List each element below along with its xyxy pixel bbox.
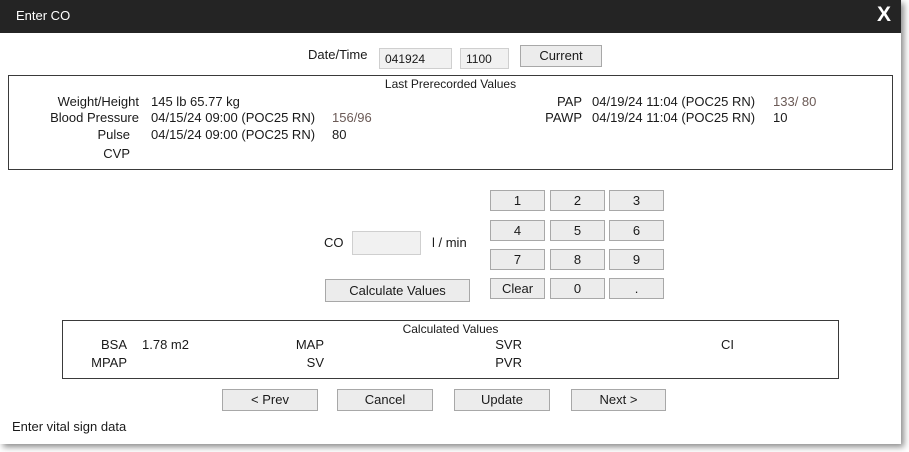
- bsa-value: 1.78 m2: [142, 337, 189, 352]
- close-icon[interactable]: X: [877, 3, 891, 27]
- pawp-time: 04/19/24 11:04 (POC25 RN): [592, 110, 756, 125]
- calculated-values-group: Calculated Values BSA 1.78 m2 MPAP MAP S…: [62, 320, 839, 379]
- dialog-title: Enter CO: [16, 8, 71, 23]
- co-label: CO: [324, 235, 344, 250]
- status-text: Enter vital sign data: [12, 419, 127, 434]
- ci-label: CI: [721, 337, 734, 352]
- blood-pressure-label: Blood Pressure: [50, 110, 139, 125]
- blood-pressure-time: 04/15/24 09:00 (POC25 RN): [151, 110, 316, 125]
- last-prerecorded-group: Last Prerecorded Values Weight/Height 14…: [8, 75, 893, 170]
- pap-label: PAP: [556, 94, 582, 109]
- pawp-label: PAWP: [545, 110, 582, 125]
- prev-button[interactable]: < Prev: [222, 389, 318, 411]
- current-button[interactable]: Current: [520, 45, 602, 67]
- keypad-key-4[interactable]: 4: [490, 220, 545, 241]
- keypad-key-3[interactable]: 3: [609, 190, 664, 211]
- cvp-label: CVP: [103, 146, 130, 161]
- blood-pressure-value: 156/96: [332, 110, 372, 125]
- keypad-key-decimal[interactable]: .: [609, 278, 664, 299]
- time-input[interactable]: [460, 48, 509, 69]
- keypad-key-2[interactable]: 2: [550, 190, 605, 211]
- co-input[interactable]: [352, 231, 421, 255]
- last-prerecorded-title: Last Prerecorded Values: [384, 77, 517, 91]
- calculated-values-title: Calculated Values: [402, 322, 499, 336]
- bsa-label: BSA: [100, 337, 127, 352]
- pulse-value: 80: [332, 127, 347, 142]
- pulse-label: Pulse: [97, 127, 130, 142]
- calculate-values-button[interactable]: Calculate Values: [325, 279, 470, 302]
- cancel-button[interactable]: Cancel: [337, 389, 433, 411]
- keypad-key-0[interactable]: 0: [550, 278, 605, 299]
- mpap-label: MPAP: [91, 355, 127, 370]
- keypad-key-6[interactable]: 6: [609, 220, 664, 241]
- keypad-key-1[interactable]: 1: [490, 190, 545, 211]
- co-unit: l / min: [432, 235, 467, 250]
- keypad-key-5[interactable]: 5: [550, 220, 605, 241]
- pulse-time: 04/15/24 09:00 (POC25 RN): [151, 127, 316, 142]
- keypad-key-7[interactable]: 7: [490, 249, 545, 270]
- enter-co-dialog: Enter CO X Date/Time Current Last Prerec…: [0, 0, 901, 444]
- pap-value: 133/ 80: [773, 94, 817, 109]
- pawp-value: 10: [773, 110, 788, 125]
- svr-label: SVR: [495, 337, 522, 352]
- map-label: MAP: [295, 337, 324, 352]
- pvr-label: PVR: [495, 355, 522, 370]
- keypad-key-9[interactable]: 9: [609, 249, 664, 270]
- date-input[interactable]: [379, 48, 452, 69]
- next-button[interactable]: Next >: [571, 389, 666, 411]
- keypad-clear-button[interactable]: Clear: [490, 278, 545, 299]
- update-button[interactable]: Update: [454, 389, 550, 411]
- pap-time: 04/19/24 11:04 (POC25 RN): [592, 94, 756, 109]
- keypad-key-8[interactable]: 8: [550, 249, 605, 270]
- sv-label: SV: [306, 355, 324, 370]
- weight-height-label: Weight/Height: [57, 94, 139, 109]
- weight-height-value: 145 lb 65.77 kg: [151, 94, 240, 109]
- datetime-label: Date/Time: [308, 47, 368, 62]
- title-bar: Enter CO X: [0, 0, 901, 33]
